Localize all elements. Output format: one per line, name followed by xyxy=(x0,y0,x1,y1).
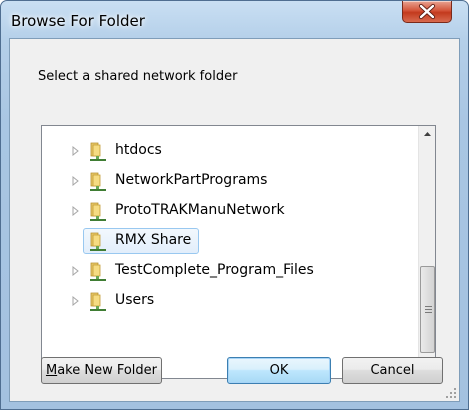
scroll-thumb[interactable] xyxy=(420,266,435,353)
tree-item-htdocs[interactable]: htdocs xyxy=(42,138,412,164)
expand-arrow-icon[interactable] xyxy=(72,176,79,186)
close-button[interactable] xyxy=(402,1,452,23)
tree-item-label: ProtoTRAKManuNetwork xyxy=(115,202,285,218)
network-folder-icon xyxy=(90,202,106,221)
folder-tree[interactable]: htdocs NetworkPartPrograms ProtoTRAKManu… xyxy=(41,125,436,379)
network-folder-icon xyxy=(90,172,106,191)
tree-item-label: TestComplete_Program_Files xyxy=(115,262,314,278)
resize-grip-icon[interactable] xyxy=(445,387,457,399)
button-label: ake New Folder xyxy=(57,363,158,378)
network-folder-icon xyxy=(90,292,106,311)
tree-item-label: htdocs xyxy=(115,142,162,158)
tree-item-prototrakmanunetwork[interactable]: ProtoTRAKManuNetwork xyxy=(42,198,412,224)
tree-item-networkpartprograms[interactable]: NetworkPartPrograms xyxy=(42,168,412,194)
tree-item-rmx-share[interactable]: RMX Share xyxy=(42,228,412,254)
title-bar[interactable]: Browse For Folder xyxy=(1,1,468,39)
expand-arrow-icon[interactable] xyxy=(72,146,79,156)
vertical-scrollbar[interactable] xyxy=(418,126,435,378)
tree-item-testcomplete-program-files[interactable]: TestComplete_Program_Files xyxy=(42,258,412,284)
close-icon xyxy=(418,3,436,20)
network-folder-icon xyxy=(90,262,106,281)
expand-arrow-icon[interactable] xyxy=(72,296,79,306)
window-title: Browse For Folder xyxy=(11,12,145,30)
prompt-label: Select a shared network folder xyxy=(38,69,238,84)
tree-item-label: Users xyxy=(115,292,155,308)
make-new-folder-button[interactable]: Make New Folder xyxy=(41,357,162,384)
network-folder-icon xyxy=(90,232,106,251)
cancel-button[interactable]: Cancel xyxy=(342,357,443,384)
scroll-up-arrow-icon[interactable] xyxy=(419,126,436,143)
dialog-body: Select a shared network folder htdocs Ne… xyxy=(9,38,460,402)
browse-folder-dialog: Browse For Folder Select a shared networ… xyxy=(0,0,469,410)
ok-button[interactable]: OK xyxy=(227,357,331,384)
tree-item-label: RMX Share xyxy=(115,232,192,248)
mnemonic-letter: M xyxy=(45,363,58,378)
network-folder-icon xyxy=(90,142,106,161)
tree-item-label: NetworkPartPrograms xyxy=(115,172,268,188)
grip-icon xyxy=(425,306,432,313)
expand-arrow-icon[interactable] xyxy=(72,206,79,216)
expand-arrow-icon[interactable] xyxy=(72,266,79,276)
tree-item-users[interactable]: Users xyxy=(42,288,412,314)
